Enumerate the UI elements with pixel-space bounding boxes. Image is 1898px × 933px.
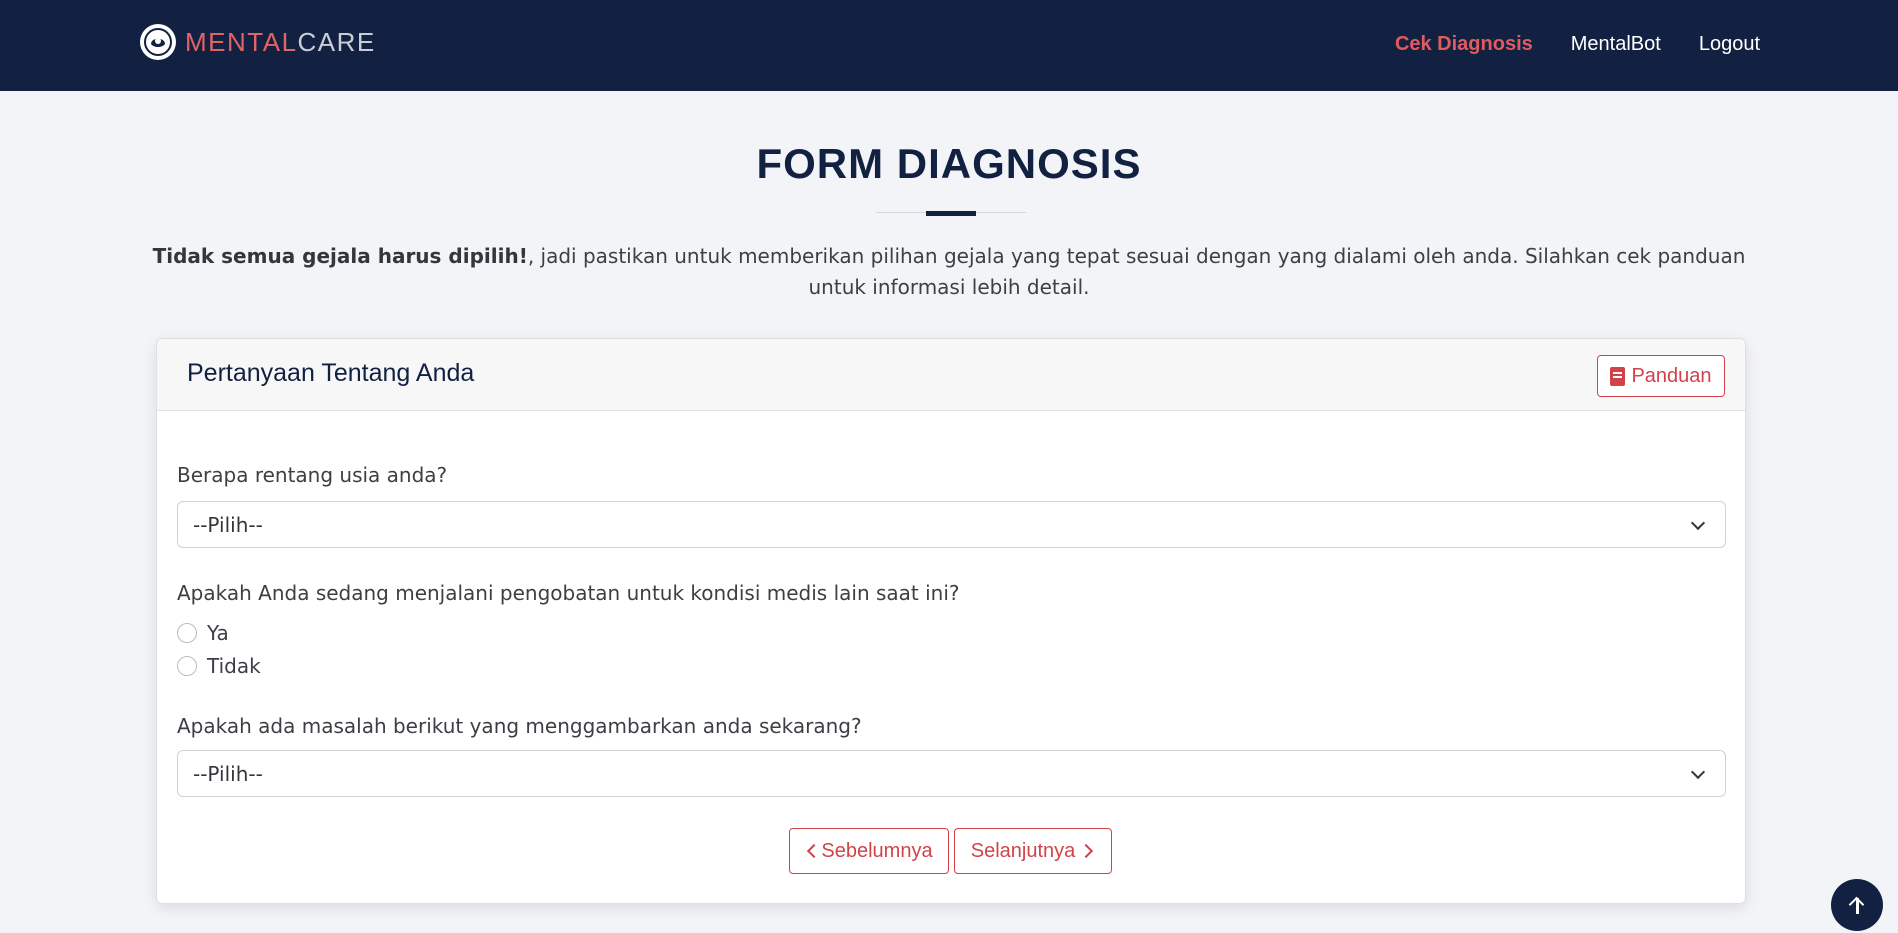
title-divider-accent (926, 211, 976, 216)
age-range-select-value: --Pilih-- (193, 512, 263, 537)
radio-label: Ya (207, 621, 229, 645)
chevron-down-icon (1690, 515, 1706, 531)
question-label-age: Berapa rentang usia anda? (177, 463, 448, 487)
guide-button-label: Panduan (1631, 364, 1712, 387)
nav-link-cek-diagnosis[interactable]: Cek Diagnosis (1395, 33, 1533, 56)
previous-button[interactable]: Sebelumnya (789, 828, 949, 874)
diagnosis-form-card: Pertanyaan Tentang Anda Panduan Berapa r… (156, 338, 1746, 904)
back-to-top-button[interactable] (1831, 879, 1883, 931)
card-title: Pertanyaan Tentang Anda (187, 359, 475, 387)
card-header: Pertanyaan Tentang Anda Panduan (157, 339, 1745, 411)
brand[interactable]: MENTALCARE (140, 22, 376, 62)
intro-text: Tidak semua gejala harus dipilih!, jadi … (140, 241, 1758, 303)
previous-button-label: Sebelumnya (821, 839, 933, 862)
intro-text-bold: Tidak semua gejala harus dipilih! (152, 244, 528, 268)
guide-button[interactable]: Panduan (1597, 355, 1725, 397)
nav-link-logout[interactable]: Logout (1699, 33, 1760, 56)
brand-name-part1: MENTAL (185, 26, 298, 57)
book-icon (1610, 366, 1626, 386)
radio-button[interactable] (177, 623, 197, 643)
question-label-problem: Apakah ada masalah berikut yang menggamb… (177, 714, 862, 738)
problem-select-value: --Pilih-- (193, 761, 263, 786)
intro-text-rest: , jadi pastikan untuk memberikan pilihan… (527, 244, 1746, 299)
question-label-medical-treatment: Apakah Anda sedang menjalani pengobatan … (177, 581, 960, 605)
navbar: MENTALCARE Cek Diagnosis MentalBot Logou… (0, 0, 1898, 91)
radio-option-tidak[interactable]: Tidak (177, 652, 261, 680)
chevron-right-icon (1079, 843, 1094, 859)
brand-logo-icon (140, 24, 176, 60)
radio-button[interactable] (177, 656, 197, 676)
chevron-down-icon (1690, 764, 1706, 780)
age-range-select[interactable]: --Pilih-- (177, 501, 1726, 548)
brand-name-part2: CARE (297, 26, 376, 57)
radio-label: Tidak (207, 654, 261, 678)
nav-links: Cek Diagnosis MentalBot Logout (1395, 0, 1760, 88)
page-title: FORM DIAGNOSIS (756, 140, 1142, 187)
chevron-left-icon (807, 843, 822, 859)
arrow-up-icon (1849, 896, 1865, 914)
next-button[interactable]: Selanjutnya (954, 828, 1112, 874)
problem-select[interactable]: --Pilih-- (177, 750, 1726, 797)
radio-option-ya[interactable]: Ya (177, 619, 229, 647)
next-button-label: Selanjutnya (970, 839, 1076, 862)
brand-name: MENTALCARE (185, 27, 376, 58)
nav-link-mentalbot[interactable]: MentalBot (1571, 33, 1661, 56)
